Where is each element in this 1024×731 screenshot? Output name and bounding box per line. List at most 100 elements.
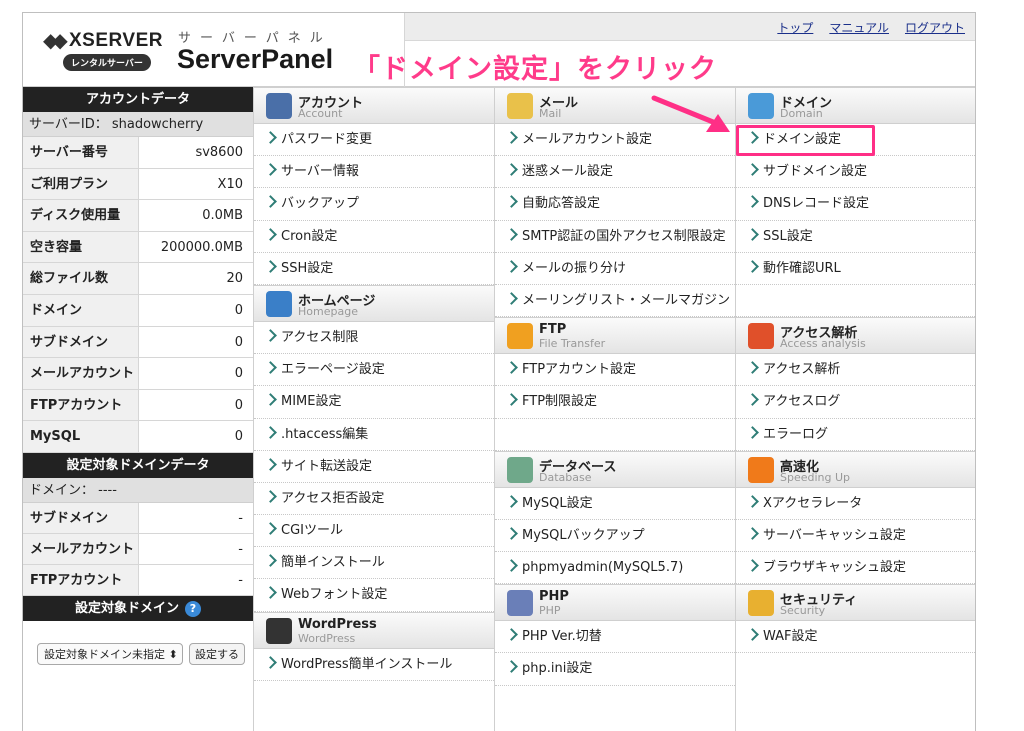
menu-item[interactable]: サイト転送設定 — [254, 451, 494, 483]
menu-item[interactable]: Webフォント設定 — [254, 579, 494, 612]
menu-item-label: サーバーキャッシュ設定 — [763, 527, 906, 543]
menu-item[interactable]: WAF設定 — [736, 621, 975, 654]
logo-area: ◆◆ XSERVER レンタルサーバー サーバーパネル ServerPanel — [23, 13, 405, 87]
menu-item[interactable]: エラーログ — [736, 419, 975, 451]
menu-item[interactable]: SMTP認証の国外アクセス制限設定 — [495, 221, 735, 253]
info-key: ご利用プラン — [23, 168, 139, 200]
menu-item[interactable]: メールの振り分け — [495, 253, 735, 285]
menu-item[interactable]: パスワード変更 — [254, 124, 494, 157]
menu-item[interactable]: DNSレコード設定 — [736, 188, 975, 221]
section-subtitle: Speeding Up — [780, 470, 851, 484]
menu-item[interactable]: phpmyadmin(MySQL5.7) — [495, 552, 735, 585]
menu-item[interactable]: SSH設定 — [254, 253, 494, 285]
menu-item[interactable]: サブドメイン設定 — [736, 156, 975, 189]
pointer-arrow-icon — [651, 95, 730, 132]
menu-item[interactable]: メーリングリスト・メールマガジン — [495, 285, 735, 318]
menu-item[interactable]: サーバー情報 — [254, 156, 494, 189]
info-key: FTPアカウント — [23, 389, 139, 421]
menu-item-label: 簡単インストール — [281, 555, 385, 571]
menu-item[interactable]: 自動応答設定 — [495, 188, 735, 221]
info-row: FTPアカウント - — [23, 564, 253, 596]
arrow-icon — [264, 522, 277, 535]
set-domain-button[interactable]: 設定する — [189, 642, 245, 665]
menu-item[interactable]: 動作確認URL — [736, 253, 975, 285]
info-key: サーバー番号 — [23, 137, 139, 168]
menu-item-label: サーバー情報 — [281, 164, 359, 180]
arrow-icon — [746, 559, 759, 572]
chart-icon — [748, 323, 774, 350]
target-domain-select[interactable]: 設定対象ドメイン未指定 ⬍ — [37, 642, 183, 665]
menu-column-3: ドメイン Domain ドメイン設定 サブドメイン設定 DNSレコード設定 SSL設定 動作… — [736, 87, 975, 731]
menu-item-label: php.ini設定 — [522, 661, 593, 677]
arrow-icon — [505, 292, 518, 305]
menu-item[interactable]: MySQL設定 — [495, 488, 735, 520]
arrow-icon — [505, 628, 518, 642]
menu-item[interactable]: アクセス解析 — [736, 354, 975, 387]
menu-item[interactable]: Cron設定 — [254, 221, 494, 253]
menu-item[interactable]: PHP Ver.切替 — [495, 621, 735, 654]
arrow-icon — [746, 361, 759, 374]
menu-item-label: アクセス制限 — [281, 329, 359, 345]
menu-item[interactable]: FTP制限設定 — [495, 386, 735, 419]
info-value: 0.0MB — [202, 208, 243, 224]
target-domain-title-label: 設定対象ドメイン — [74, 600, 179, 616]
menu-item[interactable]: 迷惑メール設定 — [495, 156, 735, 189]
arrow-icon — [505, 527, 518, 540]
server-panel: ◆◆ XSERVER レンタルサーバー サーバーパネル ServerPanel … — [22, 12, 976, 731]
info-key: メールアカウント — [23, 358, 139, 389]
section-header: アカウント Account — [254, 87, 494, 124]
info-value: 20 — [226, 271, 243, 287]
logout-link[interactable]: ログアウト — [905, 19, 965, 36]
menu-item[interactable]: バックアップ — [254, 188, 494, 221]
top-link[interactable]: トップ — [777, 19, 813, 36]
info-row: ディスク使用量 0.0MB — [23, 200, 253, 232]
section-title: FTP — [539, 322, 567, 338]
menu-item-label: MySQL設定 — [522, 495, 593, 511]
menu-item[interactable]: MySQLバックアップ — [495, 520, 735, 553]
info-value: 0 — [234, 366, 243, 382]
menu-item[interactable]: アクセス制限 — [254, 322, 494, 355]
menu-item[interactable]: アクセスログ — [736, 386, 975, 419]
menu-item[interactable]: CGIツール — [254, 515, 494, 548]
arrow-icon — [264, 554, 277, 568]
info-key: 空き容量 — [23, 231, 139, 263]
manual-link[interactable]: マニュアル — [829, 19, 889, 36]
menu-item[interactable]: ブラウザキャッシュ設定 — [736, 552, 975, 585]
help-icon[interactable]: ? — [185, 600, 201, 617]
info-value: 200000.0MB — [160, 239, 243, 255]
arrow-icon — [264, 227, 277, 241]
menu-item[interactable]: Xアクセラレータ — [736, 488, 975, 520]
menu-item-label: SMTP認証の国外アクセス制限設定 — [522, 228, 726, 244]
menu-item-label: WAF設定 — [763, 629, 818, 645]
info-value: 0 — [234, 302, 243, 318]
instruction-callout: 「ドメイン設定」をクリック — [353, 54, 717, 85]
section-subtitle: Account — [298, 107, 343, 120]
menu-item[interactable]: FTPアカウント設定 — [495, 354, 735, 387]
menu-item[interactable]: アクセス拒否設定 — [254, 483, 494, 516]
target-domain-select-value: 設定対象ドメイン未指定 — [44, 647, 165, 661]
arrow-icon — [505, 559, 518, 572]
arrow-icon — [746, 527, 759, 540]
sidebar: アカウントデータ サーバーID： shadowcherry サーバー番号 sv86… — [23, 87, 254, 731]
arrow-icon — [746, 628, 759, 642]
menu-item[interactable]: SSL設定 — [736, 221, 975, 253]
menu-item[interactable]: サーバーキャッシュ設定 — [736, 520, 975, 553]
info-row: サブドメイン 0 — [23, 326, 253, 359]
menu-item[interactable]: 簡単インストール — [254, 547, 494, 580]
arrow-icon — [505, 163, 518, 177]
menu-item[interactable]: WordPress簡単インストール — [254, 649, 494, 681]
info-key: メールアカウント — [23, 533, 139, 564]
php-icon — [507, 590, 533, 617]
menu-item[interactable]: エラーページ設定 — [254, 354, 494, 387]
menu-item-label: MIME設定 — [281, 394, 342, 410]
section-subtitle: Access analysis — [780, 337, 866, 351]
top-links: トップ マニュアル ログアウト — [777, 19, 965, 36]
menu-item[interactable]: MIME設定 — [254, 386, 494, 419]
menu-item[interactable]: .htaccess編集 — [254, 419, 494, 451]
section-subtitle: Database — [539, 470, 592, 484]
info-key: ディスク使用量 — [23, 200, 139, 231]
menu-item[interactable]: php.ini設定 — [495, 653, 735, 686]
menu-item-label: 自動応答設定 — [522, 196, 601, 212]
section-header: アクセス解析 Access analysis — [736, 317, 975, 355]
logo-name: XSERVER — [69, 30, 163, 51]
